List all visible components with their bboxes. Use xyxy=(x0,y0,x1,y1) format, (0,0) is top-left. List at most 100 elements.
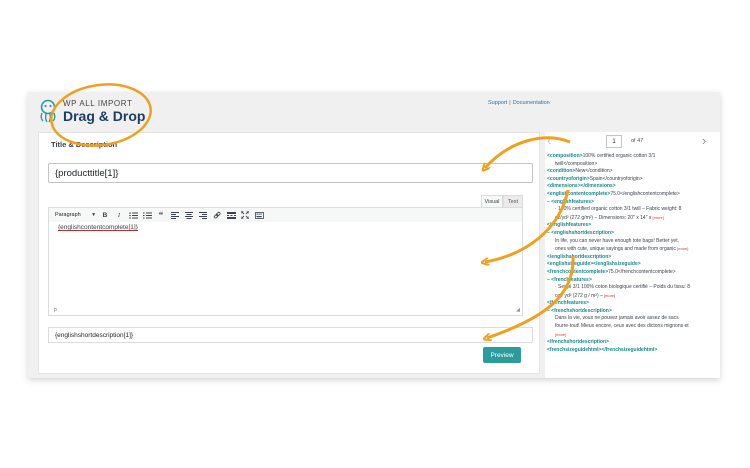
xml-line: Dans la vie, vous ne pouvez jamais avoir… xyxy=(547,315,717,323)
fullscreen-button[interactable] xyxy=(239,210,251,220)
documentation-link[interactable]: Documentation xyxy=(513,100,550,106)
xml-tree: <composition>100% certified organic cott… xyxy=(547,153,717,354)
xml-tag[interactable]: – <englishshortdescription> xyxy=(547,230,614,236)
bullet-list-icon xyxy=(128,211,138,219)
prev-record-chevron-icon[interactable]: ‹ xyxy=(547,133,551,148)
xml-tag[interactable]: </frenchfeatures> xyxy=(547,300,589,306)
align-center-button[interactable] xyxy=(183,210,195,220)
xml-value: Dans la vie, vous ne pouvez jamais avoir… xyxy=(555,315,679,322)
xml-tag[interactable]: <frenchsizeguidehtml></frenchsizeguideht… xyxy=(547,347,657,353)
octopus-logo-icon xyxy=(40,99,56,123)
read-more-icon xyxy=(226,211,236,219)
more-link[interactable]: [more] xyxy=(555,332,566,337)
support-link[interactable]: Support xyxy=(488,100,507,106)
xml-tag[interactable]: <composition> xyxy=(547,153,583,159)
xml-line: </frenchshortdescription> xyxy=(547,339,717,347)
xml-line: <composition>100% certified organic cott… xyxy=(547,153,717,161)
brand-title: Drag & Drop xyxy=(63,108,146,124)
xml-line: ones with cute, unique sayings and made … xyxy=(547,245,717,254)
bold-button[interactable]: B xyxy=(99,210,111,220)
align-right-button[interactable] xyxy=(197,210,209,220)
align-right-icon xyxy=(199,211,207,219)
resize-handle-icon[interactable]: ◢ xyxy=(516,307,520,313)
xml-value: · Sergé 3/1 100% coton biologique certif… xyxy=(555,284,691,291)
keyboard-icon xyxy=(254,211,264,219)
xml-line: <dimensions></dimensions> xyxy=(547,183,717,191)
more-link[interactable]: [more] xyxy=(651,215,663,220)
toolbar-toggle-button[interactable] xyxy=(253,210,265,220)
xml-line: In life, you can never have enough tote … xyxy=(547,238,717,246)
more-link[interactable]: [more] xyxy=(676,246,688,251)
read-more-button[interactable] xyxy=(225,210,237,220)
italic-button[interactable]: I xyxy=(113,210,125,220)
xml-value: New</condition> xyxy=(575,168,613,175)
numbered-list-icon xyxy=(142,212,152,218)
xml-tag[interactable]: <condition> xyxy=(547,168,575,174)
xml-value: In life, you can never have enough tote … xyxy=(555,237,679,244)
xml-line: · 100% certified organic cotton 3/1 twil… xyxy=(547,206,717,214)
brand-subtitle: WP ALL IMPORT xyxy=(63,99,133,108)
chevron-down-icon: ▾ xyxy=(92,212,95,218)
xml-tag[interactable]: – <englishfeatures> xyxy=(547,199,594,205)
xml-line: – <frenchfeatures> xyxy=(547,277,717,285)
align-center-icon xyxy=(185,211,193,219)
xml-line: fourre-tout! Mieux encore, ceux avec des… xyxy=(547,323,717,331)
xml-value: fourre-tout! Mieux encore, ceux avec des… xyxy=(555,323,689,330)
record-count: of 47 xyxy=(631,138,644,144)
xml-line: </englishfeatures> xyxy=(547,222,717,230)
record-pager: ‹ 1 of 47 › xyxy=(545,132,720,152)
xml-line: oz/yd² (272 g/m²) – Dimensions: 20" x 14… xyxy=(547,214,717,223)
panel-title: Title & Description xyxy=(51,140,118,149)
xml-tag[interactable]: </englishfeatures> xyxy=(547,222,591,228)
xml-value: Spain</countryoforigin> xyxy=(589,175,643,182)
preview-button[interactable]: Preview xyxy=(483,347,521,363)
blockquote-button[interactable]: “ xyxy=(155,210,167,220)
xml-line: · Sergé 3/1 100% coton biologique certif… xyxy=(547,284,717,292)
xml-line: <englishsizeguide></englishsizeguide> xyxy=(547,261,717,269)
xml-tag[interactable]: </englishshortdescription> xyxy=(547,254,611,260)
top-links: Support | Documentation xyxy=(488,100,550,106)
xml-value: oz/yd² (272 g/m²) – Dimensions: 20" x 14… xyxy=(555,214,652,221)
link-icon xyxy=(213,211,221,219)
xml-value: 75.0</frenchcontentcomplete> xyxy=(608,268,676,275)
xml-tag[interactable]: – <frenchshortdescription> xyxy=(547,308,612,314)
insert-link-button[interactable] xyxy=(211,210,223,220)
short-description-input[interactable]: {englishshortdescription[1]} xyxy=(48,327,533,343)
align-left-button[interactable] xyxy=(169,210,181,220)
xml-tag[interactable]: <countryoforigin> xyxy=(547,176,590,182)
xml-tag[interactable]: <englishsizeguide></englishsizeguide> xyxy=(547,261,641,267)
xml-value: oz / yd² (272 g / m²) – xyxy=(555,292,603,299)
xml-value: ones with cute, unique sayings and made … xyxy=(555,246,676,253)
paragraph-format-label: Paragraph xyxy=(55,212,81,218)
xml-tag[interactable]: <dimensions></dimensions> xyxy=(547,183,616,189)
xml-line: <condition>New</condition> xyxy=(547,168,717,176)
xml-tag[interactable]: </frenchshortdescription> xyxy=(547,339,609,345)
content-editor[interactable]: {englishcontentcomplete[1]} p ◢ xyxy=(48,222,523,316)
xml-line: [more] xyxy=(547,331,717,340)
editor-toolbar: Paragraph ▾ B I “ xyxy=(48,207,523,223)
fullscreen-icon xyxy=(241,211,249,219)
xml-line: </englishshortdescription> xyxy=(547,254,717,262)
xml-line: </frenchfeatures> xyxy=(547,300,717,308)
xml-tag[interactable]: <englishcontentcomplete> xyxy=(547,191,610,197)
link-separator: | xyxy=(509,100,511,106)
xml-tag[interactable]: <frenchcontentcomplete> xyxy=(547,269,608,275)
xml-line: <countryoforigin>Spain</countryoforigin> xyxy=(547,176,717,184)
xml-record-panel: ‹ 1 of 47 › <composition>100% certified … xyxy=(545,132,720,378)
product-title-input[interactable]: {producttitle[1]} xyxy=(48,163,533,183)
paragraph-format-select[interactable]: Paragraph ▾ xyxy=(53,211,97,220)
xml-value: 75.0</englishcontentcomplete> xyxy=(610,190,680,197)
more-link[interactable]: [more] xyxy=(603,293,615,298)
xml-line: – <frenchshortdescription> xyxy=(547,308,717,316)
xml-value: · 100% certified organic cotton 3/1 twil… xyxy=(555,206,682,213)
xml-value: twill</composition> xyxy=(555,160,598,167)
xml-tag[interactable]: – <frenchfeatures> xyxy=(547,277,592,283)
record-number-input[interactable]: 1 xyxy=(606,135,622,148)
align-left-icon xyxy=(171,211,179,219)
top-bar: WP ALL IMPORT Drag & Drop Support | Docume… xyxy=(28,92,720,136)
next-record-chevron-icon[interactable]: › xyxy=(702,133,706,148)
editor-content-text[interactable]: {englishcontentcomplete[1]} xyxy=(58,224,138,231)
app-window: WP ALL IMPORT Drag & Drop Support | Docume… xyxy=(28,92,720,378)
bullet-list-button[interactable] xyxy=(127,210,139,220)
numbered-list-button[interactable] xyxy=(141,210,153,220)
